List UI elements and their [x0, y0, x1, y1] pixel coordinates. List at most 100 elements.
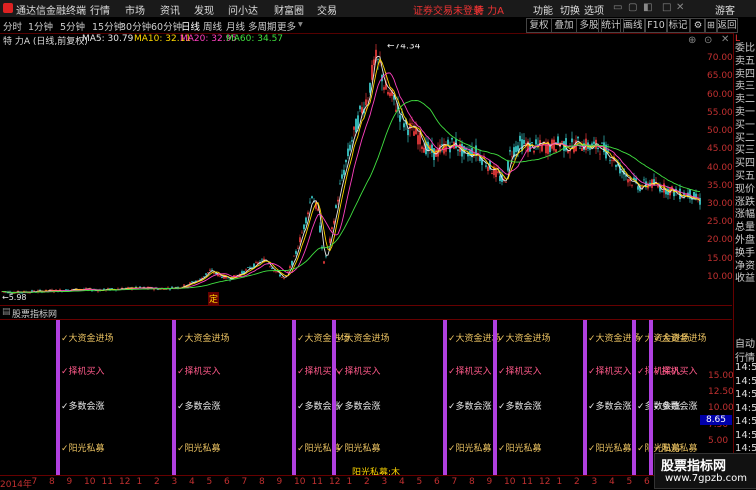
date-tick-label: 2: [154, 477, 160, 487]
menu-faxian[interactable]: 发现: [194, 2, 214, 17]
candle-body: [499, 175, 501, 182]
candle-body: [171, 286, 173, 288]
minimize-icon[interactable]: ▭: [613, 2, 622, 13]
menu-xuanxiang[interactable]: 选项: [584, 2, 604, 17]
signal-label: ✓多数会涨: [498, 402, 542, 412]
period-multi[interactable]: 多周期: [248, 19, 277, 33]
candle-body: [333, 220, 335, 224]
signal-label: ✓择机买入: [177, 367, 221, 377]
candle-body: [39, 290, 41, 291]
candle-body: [535, 139, 537, 145]
period-daily[interactable]: 日线: [181, 19, 200, 33]
date-tick-label: 2: [364, 477, 370, 487]
ma5-line: [1, 55, 701, 294]
candle-body: [555, 149, 557, 153]
signal-label: ✓多数会涨: [588, 402, 632, 412]
indicator-tick-label: 5.00: [708, 436, 729, 446]
close-icon[interactable]: ✕: [676, 2, 684, 13]
candle-body: [383, 87, 385, 90]
date-tick-label: 6: [224, 477, 230, 487]
sidebar-tick-time: 14:5: [735, 416, 756, 427]
candle-body: [203, 276, 205, 277]
high-annotation: ←74.34: [387, 44, 421, 51]
btn-diejia[interactable]: 叠加: [551, 18, 577, 33]
login-notice[interactable]: 证券交易未登录: [413, 2, 483, 17]
candle-body: [301, 232, 303, 234]
candle-body: [275, 271, 277, 273]
date-tick-label: 5: [206, 477, 213, 487]
candle-body: [599, 153, 601, 155]
btn-fuquan[interactable]: 复权: [526, 18, 552, 33]
date-tick-label: 9: [66, 477, 73, 487]
restore-icon[interactable]: ▢: [628, 2, 637, 13]
candle-body: [421, 146, 423, 149]
date-tick-label: 7: [241, 477, 248, 487]
menu-qiehuan[interactable]: 切换: [560, 2, 580, 17]
candle-body: [227, 277, 229, 279]
candle-body: [491, 172, 493, 174]
candle-body: [335, 205, 337, 208]
btn-f10[interactable]: F10: [644, 18, 668, 33]
menu-gongneng[interactable]: 功能: [533, 2, 553, 17]
menu-hangqing[interactable]: 行情: [90, 2, 110, 17]
btn-back[interactable]: 返回: [716, 18, 738, 33]
candle-body: [345, 159, 347, 163]
ma60-label: MA60: 34.57: [226, 34, 284, 44]
candle-body: [27, 292, 29, 294]
menu-jiaoyi[interactable]: 交易: [317, 2, 337, 17]
guest-label[interactable]: 游客: [715, 2, 735, 17]
candle-body: [359, 105, 361, 110]
btn-biaoji[interactable]: 标记: [666, 18, 690, 33]
signal-label: ✓择机买入: [61, 367, 105, 377]
candle-body: [221, 276, 223, 278]
date-tick-label: 4: [609, 477, 615, 487]
candle-body: [571, 138, 573, 143]
candle-body: [523, 139, 525, 144]
indicator-title[interactable]: 股票指标网: [12, 307, 57, 320]
period-1min[interactable]: 1分钟: [28, 19, 53, 33]
candle-body: [601, 142, 603, 144]
app-logo-icon: [3, 3, 13, 13]
maximize-icon[interactable]: □: [662, 2, 671, 13]
period-more[interactable]: 更多: [277, 19, 296, 33]
watermark-title: 股票指标网: [661, 459, 727, 474]
candle-body: [433, 148, 435, 161]
candle-body: [545, 145, 547, 154]
candle-body: [341, 174, 343, 179]
candle-body: [299, 237, 301, 243]
chevron-down-icon[interactable]: ▾: [298, 19, 303, 30]
date-tick-label: 10: [294, 477, 306, 487]
signal-bar: [332, 320, 336, 475]
menu-caifuquan[interactable]: 财富圈: [274, 2, 304, 17]
menu-shichang[interactable]: 市场: [125, 2, 145, 17]
candle-body: [329, 238, 331, 243]
date-tick-label: 1: [346, 477, 353, 487]
signal-label: ✓择机买入: [498, 367, 542, 377]
period-5min[interactable]: 5分钟: [60, 19, 85, 33]
candle-body: [245, 269, 247, 271]
period-60min[interactable]: 60分钟: [151, 19, 182, 33]
period-fenshi[interactable]: 分时: [3, 19, 22, 33]
candle-body: [355, 119, 357, 133]
candle-body: [403, 123, 405, 128]
candle-body: [205, 273, 207, 275]
sidebar-field-label: 收益: [735, 273, 755, 285]
candle-body: [609, 160, 611, 161]
signal-bar: [583, 320, 587, 475]
candle-body: [347, 148, 349, 157]
btn-huaxian[interactable]: 画线: [620, 18, 646, 33]
candle-body: [505, 182, 507, 183]
candle-body: [519, 135, 521, 142]
menu-wenxiaoda[interactable]: 问小达: [228, 2, 258, 17]
price-chart[interactable]: ←74.34 ←5.98: [0, 44, 732, 304]
period-15min[interactable]: 15分钟: [92, 19, 123, 33]
menu-zixun[interactable]: 资讯: [160, 2, 180, 17]
period-30min[interactable]: 30分钟: [120, 19, 151, 33]
date-tick-label: 7: [451, 477, 458, 487]
period-monthly[interactable]: 月线: [226, 19, 245, 33]
date-tick-label: 11: [521, 477, 533, 487]
window-icon[interactable]: ◧: [643, 2, 652, 13]
candle-body: [289, 266, 291, 269]
period-weekly[interactable]: 周线: [203, 19, 222, 33]
candle-body: [325, 255, 327, 257]
